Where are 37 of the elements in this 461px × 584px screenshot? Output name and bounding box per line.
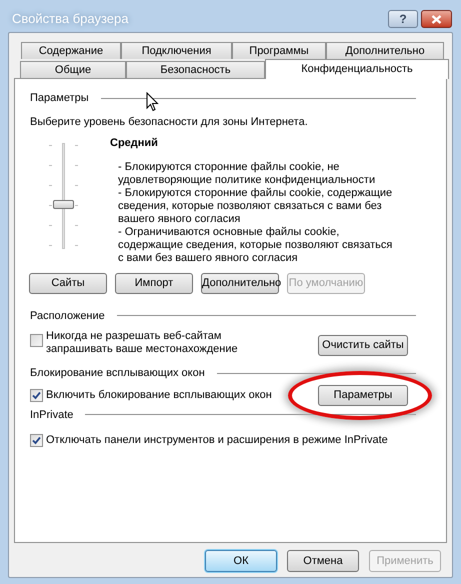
help-button[interactable]: ? xyxy=(388,10,418,28)
section-heading: Параметры xyxy=(30,91,89,106)
checkbox-label: Включить блокирование всплывающих окон xyxy=(46,388,272,403)
checkbox-label: Никогда не разрешать веб-сайтам запрашивать ваше местонахождение xyxy=(46,330,239,356)
cursor-icon xyxy=(146,92,159,112)
description-text: - Блокируются сторонние файлы cookie, не удовлетворяющие политике конфиденциальности xyxy=(118,160,376,186)
description-text: - Ограничиваются основные файлы cookie, содержащие сведения, которые позволяют связаться с вами без вашего явного согласия xyxy=(118,226,393,264)
push-button[interactable]: Импорт xyxy=(115,272,193,294)
section-heading: Расположение xyxy=(30,308,105,324)
tab[interactable]: Программы xyxy=(232,42,326,59)
push-button[interactable]: Отмена xyxy=(287,550,359,572)
description-text: - Блокируются сторонние файлы cookie, содержащие сведения, которые позволяют связаться с вами без вашего явного согласия xyxy=(118,186,393,226)
checkbox[interactable] xyxy=(30,334,43,347)
push-button[interactable]: Параметры xyxy=(318,384,408,406)
close-icon xyxy=(431,14,442,24)
checkbox[interactable] xyxy=(30,388,43,402)
push-button[interactable]: Дополнительно xyxy=(201,272,279,294)
tab[interactable]: Конфиденциальность xyxy=(265,59,449,79)
tab[interactable]: Содержание xyxy=(21,42,121,59)
push-button[interactable]: ОК xyxy=(205,550,277,572)
section-heading: InPrivate xyxy=(30,408,74,422)
close-button[interactable] xyxy=(421,10,452,28)
instruction-text: Выберите уровень безопасности для зоны Интернета. xyxy=(30,114,309,130)
window-title: Свойства браузера xyxy=(12,10,130,28)
checkbox-label: Отключать панели инструментов и расширения в режиме InPrivate xyxy=(46,433,388,448)
slider-thumb[interactable] xyxy=(53,200,74,209)
section-heading: Блокирование всплывающих окон xyxy=(30,366,205,381)
tab[interactable]: Безопасность xyxy=(126,61,265,78)
check-icon xyxy=(32,390,41,400)
push-button[interactable]: Сайты xyxy=(29,272,107,294)
tab[interactable]: Подключения xyxy=(121,42,232,59)
push-button[interactable]: Очистить сайты xyxy=(318,335,408,356)
check-icon xyxy=(32,436,41,445)
tab[interactable]: Общие xyxy=(20,61,126,78)
checkbox[interactable] xyxy=(30,434,43,447)
level-name: Средний xyxy=(110,136,159,151)
tab[interactable]: Дополнительно xyxy=(326,42,444,59)
